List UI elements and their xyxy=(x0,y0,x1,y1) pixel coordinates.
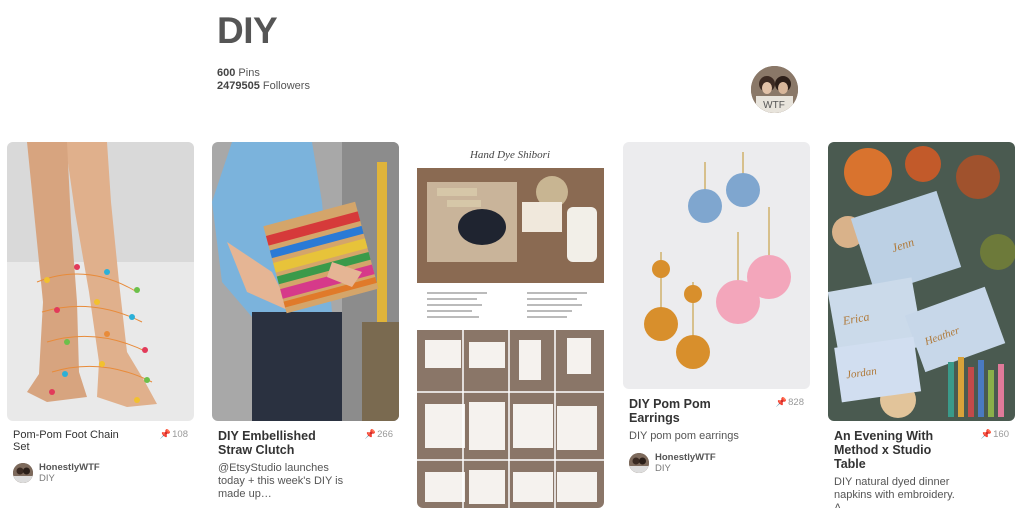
attribution-avatar xyxy=(13,463,33,483)
follower-count-value: 2479505 xyxy=(217,80,260,92)
pin-image[interactable] xyxy=(7,142,194,421)
follower-count[interactable]: 2479505 Followers xyxy=(217,80,310,93)
pin-icon: 📌 xyxy=(364,429,377,439)
pin-title[interactable]: An Evening With Method x Studio Table xyxy=(834,429,954,471)
pin-photo-shibori: Hand Dye Shibori xyxy=(417,142,604,508)
pin-icon: 📌 xyxy=(775,397,788,407)
follower-count-label: Followers xyxy=(262,80,310,92)
svg-text:WTF: WTF xyxy=(763,100,785,111)
attribution-board: DIY xyxy=(655,463,671,474)
pin-image[interactable] xyxy=(212,142,399,421)
pin-card[interactable]: Pom-Pom Foot Chain Set 📌108 HonestlyWTF … xyxy=(7,142,194,484)
pin-card[interactable]: DIY Pom Pom Earrings 📌828 DIY pom pom ea… xyxy=(623,142,810,474)
repin-count-value: 108 xyxy=(172,429,188,440)
pin-count[interactable]: 600 Pins xyxy=(217,67,310,80)
pin-description: DIY pom pom earrings xyxy=(629,430,739,442)
repin-count: 📌108 xyxy=(160,429,188,440)
board-title: DIY xyxy=(217,10,278,51)
pin-image[interactable]: Jenn Erica Heather Jordan xyxy=(828,142,1015,421)
attribution-name: HonestlyWTF xyxy=(39,462,100,473)
pin-title[interactable]: Pom-Pom Foot Chain Set xyxy=(13,429,133,453)
pin-card[interactable]: DIY Embellished Straw Clutch 📌266 @EtsyS… xyxy=(212,142,399,501)
pin-photo-foot-chain xyxy=(7,142,194,421)
pin-info: An Evening With Method x Studio Table 📌1… xyxy=(828,429,1015,508)
pin-info: DIY Pom Pom Earrings 📌828 DIY pom pom ea… xyxy=(623,397,810,474)
pin-description: @EtsyStudio launches today + this week's… xyxy=(218,462,344,500)
pin-attribution[interactable]: HonestlyWTF DIY xyxy=(629,452,804,474)
pin-title[interactable]: DIY Embellished Straw Clutch xyxy=(218,429,333,457)
attribution-board: DIY xyxy=(39,473,55,484)
board-owner-avatar[interactable]: WTF xyxy=(751,66,798,113)
pin-info: DIY Embellished Straw Clutch 📌266 @EtsyS… xyxy=(212,429,399,501)
pin-icon: 📌 xyxy=(980,429,993,439)
repin-count: 📌266 xyxy=(365,429,393,440)
pin-card[interactable]: Hand Dye Shibori xyxy=(417,142,604,508)
pin-info: Pom-Pom Foot Chain Set 📌108 HonestlyWTF … xyxy=(7,429,194,484)
pin-image[interactable]: Hand Dye Shibori xyxy=(417,142,604,508)
repin-count-value: 266 xyxy=(377,429,393,440)
pin-photo-napkins: Jenn Erica Heather Jordan xyxy=(828,142,1015,421)
pin-count-value: 600 xyxy=(217,67,236,79)
pin-photo-pom-earrings xyxy=(623,142,810,389)
pin-attribution[interactable]: HonestlyWTF DIY xyxy=(13,462,188,484)
pin-count-label: Pins xyxy=(238,67,260,79)
attribution-avatar-image xyxy=(13,463,33,483)
pin-image[interactable] xyxy=(623,142,810,389)
pin-icon: 📌 xyxy=(159,429,172,439)
attribution-avatar xyxy=(629,453,649,473)
pin-photo-straw-clutch xyxy=(212,142,399,421)
avatar-photo: WTF xyxy=(751,66,798,113)
attribution-avatar-image xyxy=(629,453,649,473)
pin-card[interactable]: Jenn Erica Heather Jordan An Evening Wit… xyxy=(828,142,1015,508)
board-stats: 600 Pins 2479505 Followers xyxy=(217,67,310,93)
repin-count: 📌160 xyxy=(981,429,1009,440)
attribution-name: HonestlyWTF xyxy=(655,452,716,463)
shibori-image-heading: Hand Dye Shibori xyxy=(469,149,550,161)
pin-title[interactable]: DIY Pom Pom Earrings xyxy=(629,397,729,425)
pin-description: DIY natural dyed dinner napkins with emb… xyxy=(834,476,955,508)
repin-count-value: 828 xyxy=(788,397,804,408)
repin-count-value: 160 xyxy=(993,429,1009,440)
repin-count: 📌828 xyxy=(776,397,804,408)
